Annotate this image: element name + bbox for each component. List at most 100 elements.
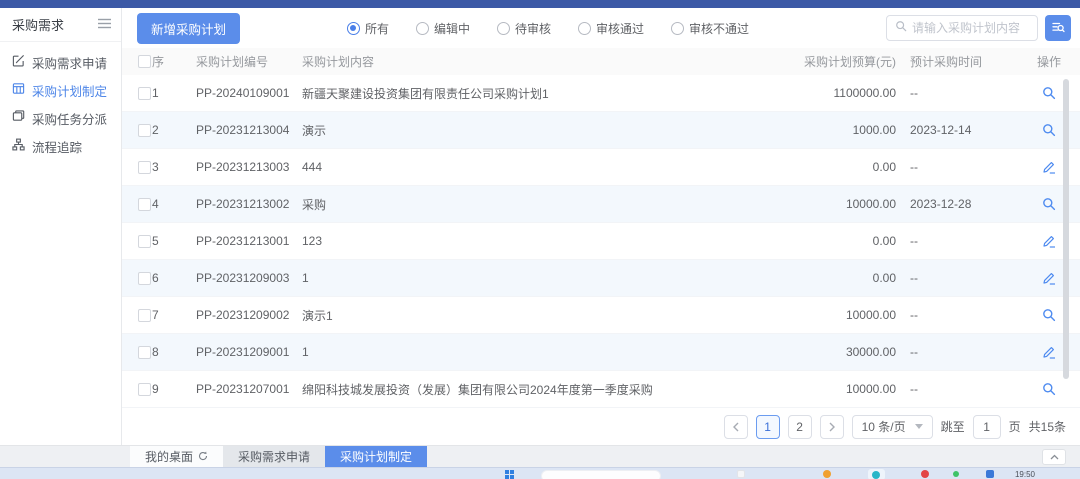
- row-expected-time: 2023-12-28: [896, 197, 1018, 211]
- filter-radio-all[interactable]: 所有: [347, 20, 389, 37]
- row-budget: 0.00: [746, 234, 896, 248]
- taskbar-active-app-highlight[interactable]: [868, 469, 885, 479]
- taskbar-app-icon[interactable]: [986, 470, 994, 478]
- tab-my-desktop[interactable]: 我的桌面: [130, 446, 223, 467]
- row-checkbox[interactable]: [138, 383, 151, 396]
- table-body: 1 PP-20240109001 新疆天聚建设投资集团有限责任公司采购计划1 1…: [122, 75, 1080, 408]
- edit-icon[interactable]: [1042, 345, 1056, 359]
- row-index: 2: [152, 123, 196, 137]
- row-index: 7: [152, 308, 196, 322]
- table-row[interactable]: 2 PP-20231213004 演示 1000.00 2023-12-14: [122, 112, 1080, 149]
- toolbar: 新增采购计划 所有 编辑中 待审核 审核通过 审核不通过: [122, 8, 1080, 48]
- col-budget: 采购计划预算(元): [746, 53, 896, 70]
- edit-icon[interactable]: [1042, 160, 1056, 174]
- table-row[interactable]: 4 PP-20231213002 采购 10000.00 2023-12-28: [122, 186, 1080, 223]
- row-budget: 0.00: [746, 160, 896, 174]
- view-icon[interactable]: [1042, 308, 1056, 322]
- row-checkbox[interactable]: [138, 161, 151, 174]
- row-budget: 10000.00: [746, 382, 896, 396]
- col-expected-time: 预计采购时间: [896, 53, 1018, 70]
- page-button-2[interactable]: 2: [788, 415, 812, 439]
- pagination: 1 2 10 条/页 跳至 页 共15条: [122, 408, 1080, 445]
- row-index: 5: [152, 234, 196, 248]
- col-plan-code: 采购计划编号: [196, 53, 302, 70]
- taskbar-app-icon[interactable]: [953, 471, 959, 477]
- view-icon[interactable]: [1042, 86, 1056, 100]
- row-expected-time: --: [896, 308, 1018, 322]
- sidebar-item-process-trace[interactable]: 流程追踪: [0, 132, 121, 160]
- row-budget: 1100000.00: [746, 86, 896, 100]
- sidebar-item-procurement-request[interactable]: 采购需求申请: [0, 48, 121, 76]
- filter-radio-pending[interactable]: 待审核: [497, 20, 551, 37]
- radio-icon: [671, 22, 684, 35]
- advanced-search-button[interactable]: [1045, 15, 1071, 41]
- sidebar-item-task-assign[interactable]: 采购任务分派: [0, 104, 121, 132]
- row-checkbox[interactable]: [138, 309, 151, 322]
- filter-radio-rejected[interactable]: 审核不通过: [671, 20, 749, 37]
- next-page-button[interactable]: [820, 415, 844, 439]
- taskbar-app-icon[interactable]: [737, 470, 745, 478]
- select-all-checkbox[interactable]: [138, 55, 151, 68]
- filter-label: 审核不通过: [689, 20, 749, 37]
- page-button-1[interactable]: 1: [756, 415, 780, 439]
- row-checkbox[interactable]: [138, 346, 151, 359]
- table-row[interactable]: 5 PP-20231213001 123 0.00 --: [122, 223, 1080, 260]
- tab-procurement-plan[interactable]: 采购计划制定: [325, 446, 427, 467]
- plan-table: 序 采购计划编号 采购计划内容 采购计划预算(元) 预计采购时间 操作 1 PP…: [122, 48, 1080, 408]
- col-plan-content: 采购计划内容: [302, 53, 746, 70]
- vertical-scrollbar[interactable]: [1063, 79, 1069, 379]
- row-expected-time: 2023-12-14: [896, 123, 1018, 137]
- filter-label: 所有: [365, 20, 389, 37]
- taskbar-app-icon[interactable]: [823, 470, 831, 478]
- table-row[interactable]: 1 PP-20240109001 新疆天聚建设投资集团有限责任公司采购计划1 1…: [122, 75, 1080, 112]
- jump-page-input[interactable]: [973, 415, 1001, 439]
- view-icon[interactable]: [1042, 123, 1056, 137]
- filter-radio-approved[interactable]: 审核通过: [578, 20, 644, 37]
- row-checkbox[interactable]: [138, 87, 151, 100]
- row-budget: 30000.00: [746, 345, 896, 359]
- search-input[interactable]: [912, 21, 1029, 35]
- windows-icon: [12, 110, 25, 126]
- table-row[interactable]: 9 PP-20231207001 绵阳科技城发展投资（发展）集团有限公司2024…: [122, 371, 1080, 408]
- table-row[interactable]: 8 PP-20231209001 1 30000.00 --: [122, 334, 1080, 371]
- row-checkbox[interactable]: [138, 198, 151, 211]
- col-actions: 操作: [1018, 53, 1080, 70]
- edit-icon[interactable]: [1042, 271, 1056, 285]
- prev-page-button[interactable]: [724, 415, 748, 439]
- row-plan-content: 新疆天聚建设投资集团有限责任公司采购计划1: [302, 85, 746, 102]
- taskbar-app-icon[interactable]: [872, 471, 880, 479]
- row-budget: 10000.00: [746, 308, 896, 322]
- refresh-icon[interactable]: [198, 450, 208, 464]
- row-expected-time: --: [896, 160, 1018, 174]
- taskbar-search-pill[interactable]: [541, 470, 661, 479]
- row-plan-code: PP-20231209001: [196, 345, 302, 359]
- row-budget: 1000.00: [746, 123, 896, 137]
- view-icon[interactable]: [1042, 382, 1056, 396]
- add-plan-button[interactable]: 新增采购计划: [137, 13, 240, 44]
- radio-icon: [497, 22, 510, 35]
- table-row[interactable]: 6 PP-20231209003 1 0.00 --: [122, 260, 1080, 297]
- table-row[interactable]: 3 PP-20231213003 444 0.00 --: [122, 149, 1080, 186]
- row-checkbox[interactable]: [138, 124, 151, 137]
- os-taskbar[interactable]: 19:50: [0, 467, 1080, 479]
- taskbar-app-icon[interactable]: [921, 470, 929, 478]
- filter-radio-editing[interactable]: 编辑中: [416, 20, 470, 37]
- row-checkbox[interactable]: [138, 235, 151, 248]
- tab-procurement-request[interactable]: 采购需求申请: [223, 446, 325, 467]
- row-plan-code: PP-20231213003: [196, 160, 302, 174]
- row-checkbox[interactable]: [138, 272, 151, 285]
- radio-icon: [578, 22, 591, 35]
- hamburger-icon[interactable]: [98, 17, 111, 32]
- page-size-select[interactable]: 10 条/页: [852, 415, 933, 439]
- sidebar-title: 采购需求: [12, 15, 64, 34]
- radio-icon: [416, 22, 429, 35]
- search-group: [886, 15, 1071, 41]
- table-row[interactable]: 7 PP-20231209002 演示1 10000.00 --: [122, 297, 1080, 334]
- collapse-button[interactable]: [1042, 449, 1066, 465]
- row-plan-code: PP-20231209003: [196, 271, 302, 285]
- windows-start-icon[interactable]: [505, 470, 514, 479]
- view-icon[interactable]: [1042, 197, 1056, 211]
- edit-icon[interactable]: [1042, 234, 1056, 248]
- sidebar-item-procurement-plan[interactable]: 采购计划制定: [0, 76, 121, 104]
- jump-prefix-label: 跳至: [941, 418, 965, 435]
